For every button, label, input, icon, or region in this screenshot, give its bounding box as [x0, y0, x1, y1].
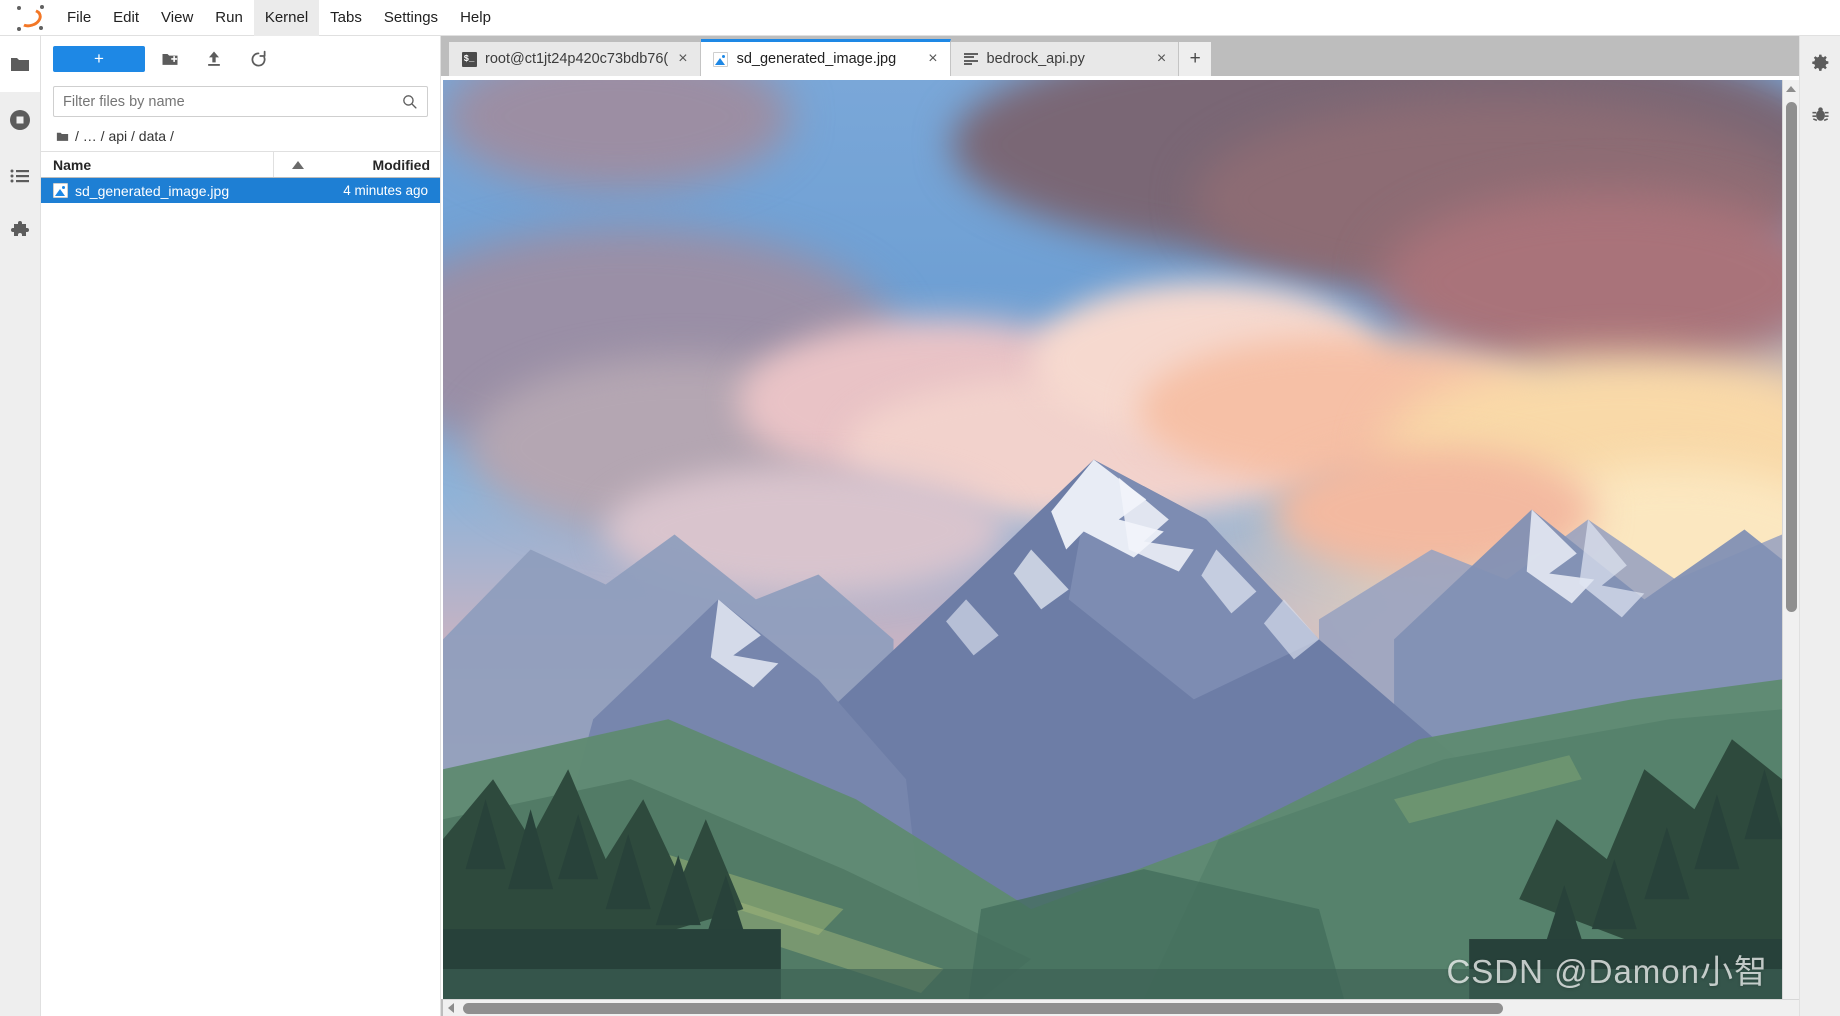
- menu-settings[interactable]: Settings: [373, 0, 449, 36]
- image-file-icon: [713, 51, 729, 67]
- jupyter-logo-icon: [14, 3, 46, 33]
- file-name-cell: sd_generated_image.jpg: [41, 183, 274, 199]
- image-file-icon: [53, 183, 68, 198]
- file-name-label: sd_generated_image.jpg: [75, 182, 230, 199]
- stop-circle-icon: [10, 110, 30, 130]
- tab-bedrock-api[interactable]: bedrock_api.py ×: [950, 42, 1180, 76]
- tab-sd-generated-image[interactable]: sd_generated_image.jpg ×: [700, 39, 951, 76]
- file-modified-label: 4 minutes ago: [343, 183, 428, 198]
- landscape-image: CSDN @Damon小智: [443, 80, 1782, 999]
- new-folder-icon: [162, 54, 178, 65]
- menu-file[interactable]: File: [56, 0, 102, 36]
- folder-icon: [10, 58, 29, 71]
- puzzle-icon: [11, 221, 29, 236]
- image-viewer: CSDN @Damon小智: [441, 76, 1799, 999]
- file-filter-box[interactable]: [53, 86, 428, 117]
- bug-icon: [1811, 106, 1829, 121]
- column-header-name[interactable]: Name: [41, 152, 274, 177]
- sidebar-item-debugger[interactable]: [1800, 88, 1840, 140]
- refresh-icon: [251, 50, 266, 66]
- gear-icon: [1811, 54, 1828, 71]
- tab-label: root@ct1jt24p420c73bdb76(: [485, 51, 669, 67]
- text-file-icon: [963, 51, 979, 67]
- main-dock-area: $_ root@ct1jt24p420c73bdb76( × sd_genera…: [441, 36, 1799, 1016]
- tab-close-button[interactable]: ×: [1155, 51, 1168, 67]
- mountain-layers: [443, 459, 1782, 999]
- file-list: sd_generated_image.jpg 4 minutes ago: [41, 178, 440, 1016]
- sidebar-item-running[interactable]: [0, 92, 40, 148]
- folder-icon[interactable]: [55, 129, 70, 144]
- menu-run[interactable]: Run: [204, 0, 254, 36]
- table-row[interactable]: sd_generated_image.jpg 4 minutes ago: [41, 178, 440, 203]
- tab-label: bedrock_api.py: [986, 51, 1085, 67]
- refresh-button[interactable]: [239, 44, 277, 74]
- breadcrumb: / … / api / data /: [41, 123, 440, 151]
- sidebar-item-file-browser[interactable]: [0, 36, 40, 92]
- upload-button[interactable]: [195, 44, 233, 74]
- breadcrumb-path[interactable]: / … / api / data /: [75, 128, 174, 144]
- new-launcher-button[interactable]: +: [53, 46, 145, 72]
- vertical-scrollbar[interactable]: [1782, 80, 1799, 999]
- file-browser-toolbar: +: [41, 36, 440, 82]
- horizontal-scrollbar[interactable]: [443, 999, 1799, 1016]
- viewer-container: CSDN @Damon小智: [441, 76, 1799, 1016]
- triangle-left-icon[interactable]: [448, 1003, 454, 1013]
- column-header-modified[interactable]: Modified: [322, 157, 440, 173]
- tab-bar: $_ root@ct1jt24p420c73bdb76( × sd_genera…: [441, 36, 1799, 76]
- search-icon: [403, 95, 417, 109]
- terminal-icon: $_: [461, 51, 477, 67]
- vertical-scrollbar-thumb[interactable]: [1786, 102, 1797, 612]
- sidebar-item-extensions[interactable]: [0, 204, 40, 260]
- menu-help[interactable]: Help: [449, 0, 502, 36]
- add-tab-button[interactable]: +: [1179, 42, 1212, 76]
- sort-ascending-icon[interactable]: [274, 160, 322, 170]
- menu-view[interactable]: View: [150, 0, 204, 36]
- tab-terminal[interactable]: $_ root@ct1jt24p420c73bdb76( ×: [449, 42, 701, 76]
- search-input[interactable]: [63, 93, 401, 110]
- sidebar-item-commands[interactable]: [0, 148, 40, 204]
- tab-label: sd_generated_image.jpg: [736, 51, 897, 67]
- right-activity-bar: [1799, 36, 1840, 1016]
- sidebar-item-property-inspector[interactable]: [1800, 36, 1840, 88]
- menu-bar: File Edit View Run Kernel Tabs Settings …: [0, 0, 1840, 36]
- app-shell: + Filter files by name / … / api / data …: [0, 36, 1840, 1016]
- left-activity-bar: [0, 36, 41, 1016]
- menu-tabs[interactable]: Tabs: [319, 0, 373, 36]
- file-list-header: Name Modified: [41, 151, 440, 178]
- new-folder-button[interactable]: [151, 44, 189, 74]
- list-icon: [10, 169, 29, 183]
- horizontal-scrollbar-thumb[interactable]: [463, 1003, 1503, 1014]
- menu-edit[interactable]: Edit: [102, 0, 150, 36]
- menu-kernel[interactable]: Kernel: [253, 0, 320, 36]
- upload-icon: [208, 51, 220, 66]
- file-filter-wrapper: [41, 82, 440, 123]
- image-canvas[interactable]: CSDN @Damon小智: [443, 80, 1782, 999]
- triangle-up-icon[interactable]: [1786, 86, 1796, 92]
- file-browser-panel: + Filter files by name / … / api / data …: [41, 36, 441, 1016]
- tab-close-button[interactable]: ×: [926, 51, 939, 67]
- tab-close-button[interactable]: ×: [676, 51, 689, 67]
